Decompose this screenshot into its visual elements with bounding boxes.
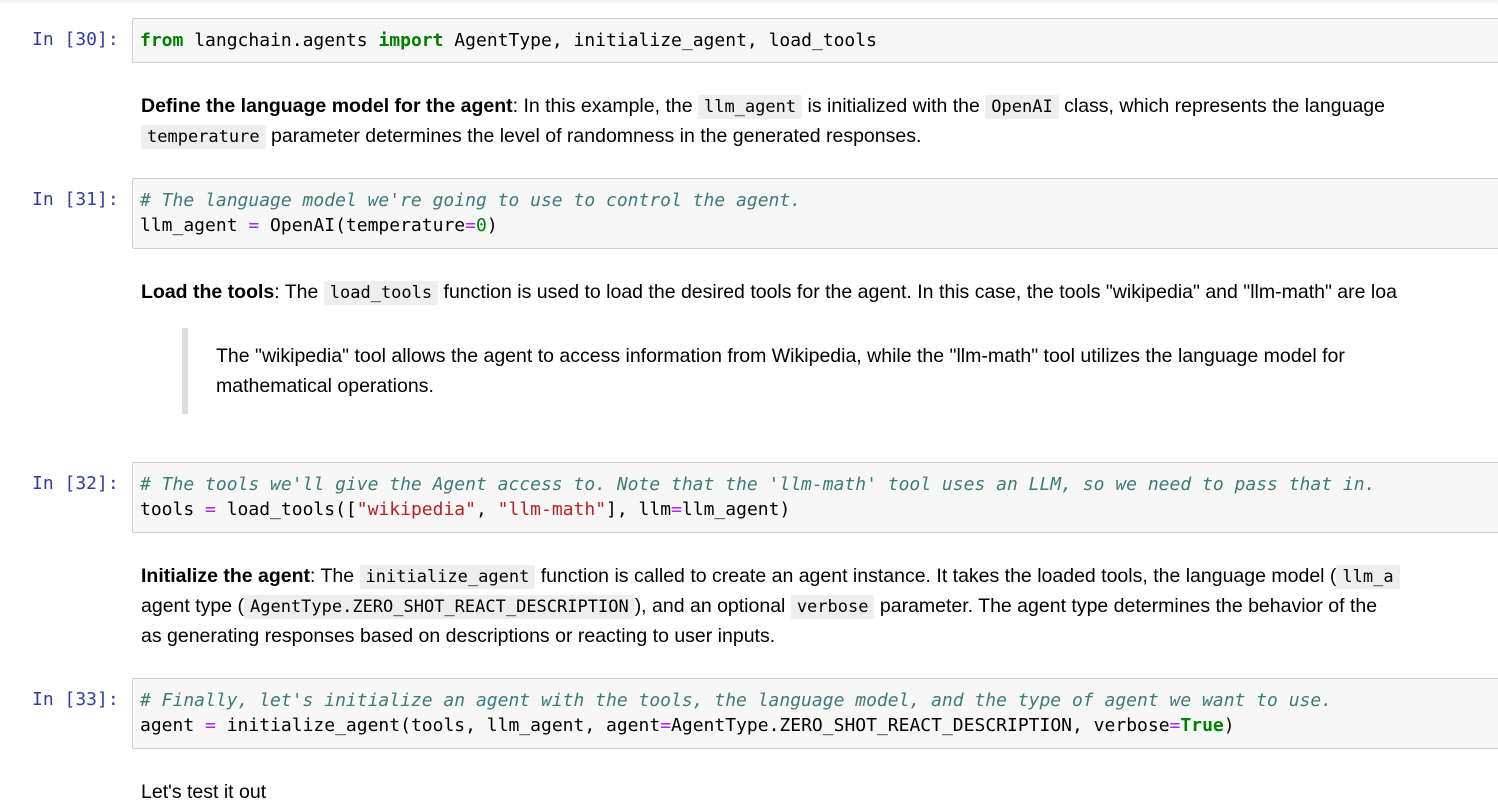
code-comment: # The language model we're going to use …: [140, 190, 802, 211]
operator: =: [205, 715, 216, 736]
markdown-init-agent-line2: agent type (AgentType.ZERO_SHOT_REACT_DE…: [141, 591, 1498, 622]
md-bold: Define the language model for the agent: [141, 95, 513, 117]
markdown-load-tools: Load the tools: The load_tools function …: [141, 277, 1498, 308]
code-text: initialize_agent(tools, llm_agent, agent: [215, 715, 661, 736]
string-literal: "wikipedia": [356, 499, 476, 520]
code-text: llm_agent: [140, 215, 249, 236]
string-literal: "llm-math": [497, 499, 607, 520]
code-text: tools: [140, 499, 206, 520]
inline-code: load_tools: [323, 281, 439, 305]
blockquote: The "wikipedia" tool allows the agent to…: [182, 328, 1482, 414]
md-text: parameter. The agent type determines the…: [874, 595, 1378, 617]
kw-from: from: [140, 30, 184, 51]
md-text: : In this example, the: [512, 95, 698, 117]
inline-code: verbose: [790, 595, 875, 619]
md-text: class, which represents the language: [1058, 95, 1385, 117]
code-text: ], llm: [606, 499, 672, 520]
inline-code: llm_agent: [697, 95, 803, 119]
markdown-define-llm-line1: Define the language model for the agent:…: [141, 91, 1498, 122]
notebook-top-edge: [0, 0, 1498, 6]
operator: =: [660, 715, 672, 736]
keyword-true: True: [1180, 715, 1224, 736]
code-comment: # Finally, let's initialize an agent wit…: [140, 690, 1333, 711]
code-text: load_tools([: [215, 499, 357, 520]
code-text: llm_agent): [681, 499, 791, 520]
code-text: ): [486, 215, 498, 236]
inline-code: initialize_agent: [359, 565, 536, 589]
md-text: parameter determines the level of random…: [265, 125, 922, 147]
operator: =: [465, 215, 476, 236]
code-comment: # The tools we'll give the Agent access …: [140, 474, 1376, 495]
code-text: AgentType.ZERO_SHOT_REACT_DESCRIPTION, v…: [671, 715, 1170, 736]
module-text: langchain.agents: [183, 30, 379, 51]
cell-32-prompt: In [32]:: [32, 473, 119, 494]
md-text: function is used to load the desired too…: [438, 281, 1397, 303]
operator: =: [1169, 715, 1181, 736]
code-cell-33[interactable]: # Finally, let's initialize an agent wit…: [132, 678, 1498, 749]
import-list: AgentType, initialize_agent, load_tools: [443, 30, 877, 51]
code-text: ): [1223, 715, 1235, 736]
inline-code: temperature: [141, 125, 266, 149]
code-cell-32[interactable]: # The tools we'll give the Agent access …: [132, 462, 1498, 533]
md-text: agent type (: [141, 595, 244, 617]
code-text: ,: [475, 499, 498, 520]
code-cell-30[interactable]: from langchain.agents import AgentType, …: [132, 18, 1498, 63]
md-text: ), and an optional: [634, 595, 791, 617]
cell-30-prompt: In [30]:: [32, 29, 119, 50]
quote-line-1: The "wikipedia" tool allows the agent to…: [216, 345, 1345, 367]
code-text: agent: [140, 715, 206, 736]
kw-import: import: [378, 30, 444, 51]
md-text: : The: [274, 281, 324, 303]
inline-code: OpenAI: [985, 95, 1059, 119]
md-bold: Initialize the agent: [141, 565, 311, 587]
markdown-define-llm-line2: temperature parameter determines the lev…: [141, 121, 1498, 152]
code-cell-31[interactable]: # The language model we're going to use …: [132, 178, 1498, 249]
markdown-test-it: Let's test it out: [141, 781, 267, 803]
code-text: OpenAI(temperature: [259, 215, 466, 236]
inline-code: AgentType.ZERO_SHOT_REACT_DESCRIPTION: [243, 595, 635, 619]
inline-code: llm_a: [1336, 565, 1400, 589]
operator: =: [671, 499, 682, 520]
md-text: function is called to create an agent in…: [535, 565, 1337, 587]
operator: =: [205, 499, 216, 520]
md-text: is initialized with the: [802, 95, 986, 117]
operator: =: [248, 215, 260, 236]
md-bold: Load the tools: [141, 281, 275, 303]
cell-33-prompt: In [33]:: [32, 689, 119, 710]
markdown-init-agent-line3: as generating responses based on descrip…: [141, 625, 776, 647]
quote-line-2: mathematical operations.: [216, 375, 434, 397]
number-literal: 0: [475, 215, 487, 236]
markdown-init-agent-line1: Initialize the agent: The initialize_age…: [141, 561, 1498, 592]
md-text: : The: [310, 565, 360, 587]
cell-31-prompt: In [31]:: [32, 189, 119, 210]
